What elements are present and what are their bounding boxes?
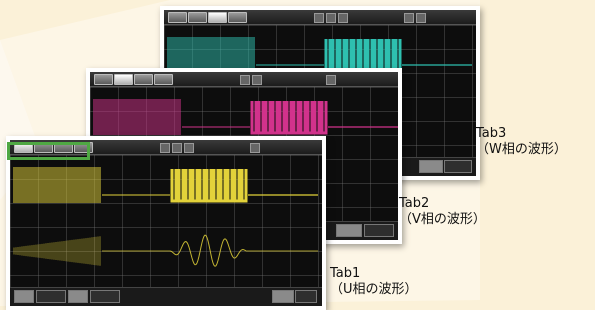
- tab2-subtitle: （V相の波形）: [399, 212, 486, 227]
- waveform-pwm: [170, 169, 248, 203]
- toolbar-control-icon[interactable]: [416, 13, 426, 23]
- status-box: [295, 290, 317, 303]
- tab-button-4[interactable]: [154, 74, 173, 85]
- tab3-subtitle: （W相の波形）: [476, 142, 567, 157]
- scope-toolbar: [90, 72, 398, 87]
- toolbar-control-icon[interactable]: [172, 143, 182, 153]
- tab-button-3[interactable]: [208, 12, 227, 23]
- status-box: [444, 160, 472, 173]
- toolbar-control-icon[interactable]: [338, 13, 348, 23]
- toolbar-control-icon[interactable]: [184, 143, 194, 153]
- status-box: [336, 224, 362, 237]
- toolbar-control-icon[interactable]: [326, 75, 336, 85]
- toolbar-control-icon[interactable]: [326, 13, 336, 23]
- tab3-label: Tab3 （W相の波形）: [476, 126, 567, 158]
- status-box: [14, 290, 34, 303]
- tab-buttons-highlight: [7, 142, 90, 160]
- toolbar-control-icon[interactable]: [250, 143, 260, 153]
- tab2-title: Tab2: [399, 196, 430, 211]
- tab1-subtitle: （U相の波形）: [330, 282, 418, 297]
- tab-button-1[interactable]: [94, 74, 113, 85]
- tab1-title: Tab1: [330, 266, 361, 281]
- waveform-tab1: [13, 167, 318, 267]
- tab-button-2[interactable]: [114, 74, 133, 85]
- toolbar-control-icon[interactable]: [240, 75, 250, 85]
- waveform-burst: [93, 99, 181, 135]
- tab2-label: Tab2 （V相の波形）: [399, 196, 486, 228]
- waveform-pwm: [324, 39, 402, 73]
- status-box: [90, 290, 120, 303]
- waveform-sine: [169, 234, 247, 267]
- toolbar-control-icon[interactable]: [404, 13, 414, 23]
- status-box: [68, 290, 88, 303]
- waveform-pwm: [250, 101, 328, 135]
- scope-screen-tab1: [10, 140, 322, 306]
- status-box: [36, 290, 66, 303]
- tab3-title: Tab3: [476, 126, 507, 141]
- toolbar-control-icon[interactable]: [314, 13, 324, 23]
- tab-button-2[interactable]: [188, 12, 207, 23]
- screenshot-tab1: [6, 136, 326, 310]
- tab-button-3[interactable]: [134, 74, 153, 85]
- status-box: [419, 160, 443, 173]
- scope-status-bar: [10, 287, 322, 306]
- toolbar-control-icon[interactable]: [160, 143, 170, 153]
- status-box: [364, 224, 394, 237]
- scope-toolbar: [164, 10, 476, 25]
- tab1-label: Tab1 （U相の波形）: [330, 266, 418, 298]
- toolbar-control-icon[interactable]: [252, 75, 262, 85]
- status-box: [272, 290, 294, 303]
- tab-button-1[interactable]: [168, 12, 187, 23]
- waveform-burst-ch2: [13, 236, 101, 266]
- waveform-burst: [13, 167, 101, 203]
- tab-button-4[interactable]: [228, 12, 247, 23]
